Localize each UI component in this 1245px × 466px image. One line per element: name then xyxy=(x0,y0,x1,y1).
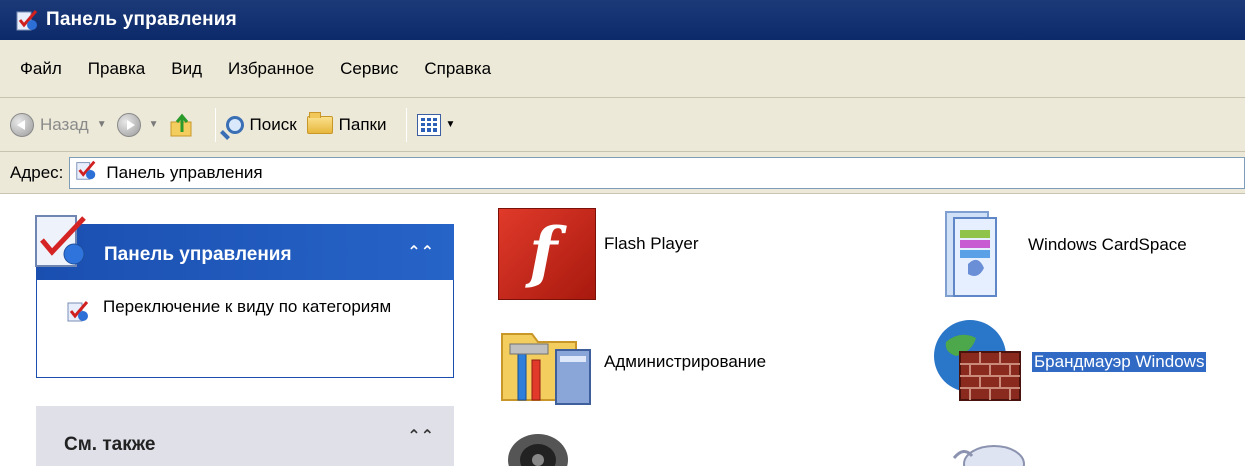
item-label: Администрирование xyxy=(604,352,767,371)
address-bar: Адрес: Панель управления xyxy=(0,152,1245,194)
views-dropdown-icon[interactable]: ▼ xyxy=(445,119,455,130)
folder-up-icon xyxy=(169,112,195,138)
menu-view[interactable]: Вид xyxy=(171,59,202,79)
panel-header[interactable]: Панель управления ⌃⌃ xyxy=(35,215,454,280)
toolbar-separator xyxy=(214,107,216,142)
toolbar-separator xyxy=(406,107,408,142)
content-area: f Flash Player Windows CardSpace Админис… xyxy=(470,194,1245,466)
menu-edit[interactable]: Правка xyxy=(88,59,145,79)
back-dropdown-icon[interactable]: ▼ xyxy=(97,119,107,130)
folders-label: Папки xyxy=(338,114,387,134)
address-label: Адрес: xyxy=(10,162,64,182)
views-button[interactable]: ▼ xyxy=(417,105,455,145)
task-pane: Панель управления ⌃⌃ Переключение к виду… xyxy=(0,194,470,466)
folders-icon xyxy=(306,111,333,134)
views-icon xyxy=(417,113,442,136)
address-input[interactable]: Панель управления xyxy=(69,156,1245,189)
search-label: Поиск xyxy=(249,114,297,134)
list-item[interactable]: Windows CardSpace xyxy=(938,204,1187,302)
control-panel-icon xyxy=(30,212,94,270)
cardspace-icon xyxy=(938,204,1004,302)
collapse-chevron-icon[interactable]: ⌃⌃ xyxy=(407,242,434,262)
collapse-chevron-icon[interactable]: ⌃⌃ xyxy=(407,426,434,446)
item-label: Брандмауэр Windows xyxy=(1032,352,1207,372)
panel-body: Переключение к виду по категориям xyxy=(36,280,454,378)
forward-button[interactable]: ▼ xyxy=(116,105,159,145)
toolbar: Назад ▼ ▼ Поиск Папки ▼ xyxy=(0,98,1245,152)
flash-player-icon: f xyxy=(498,208,596,300)
search-button[interactable]: Поиск xyxy=(225,105,297,145)
list-item[interactable]: Брандмауэр Windows xyxy=(930,316,1207,408)
menu-bar: Файл Правка Вид Избранное Сервис Справка xyxy=(0,40,1245,98)
see-also-title: См. также xyxy=(64,434,156,455)
forward-dropdown-icon[interactable]: ▼ xyxy=(149,119,159,130)
control-panel-icon xyxy=(14,7,40,33)
menu-file[interactable]: Файл xyxy=(20,59,62,79)
control-panel-task-panel: Панель управления ⌃⌃ Переключение к виду… xyxy=(35,215,454,378)
mouse-icon[interactable] xyxy=(950,438,1030,466)
forward-arrow-icon xyxy=(116,112,141,137)
switch-to-category-view-link[interactable]: Переключение к виду по категориям xyxy=(103,296,443,318)
folders-button[interactable]: Папки xyxy=(306,105,387,145)
back-arrow-icon xyxy=(10,112,34,137)
menu-tools[interactable]: Сервис xyxy=(340,59,398,79)
back-button[interactable]: Назад ▼ xyxy=(10,105,107,145)
back-label: Назад xyxy=(40,114,89,134)
sound-icon[interactable] xyxy=(502,430,572,466)
control-panel-icon xyxy=(74,158,98,187)
window-title: Панель управления xyxy=(46,9,237,30)
menu-favorites[interactable]: Избранное xyxy=(228,59,314,79)
control-panel-icon xyxy=(65,298,91,324)
title-bar[interactable]: Панель управления xyxy=(0,0,1245,40)
firewall-icon xyxy=(930,316,1028,408)
list-item[interactable]: f Flash Player xyxy=(498,208,698,300)
up-button[interactable] xyxy=(169,105,195,145)
list-item[interactable]: Администрирование xyxy=(498,316,766,408)
menu-help[interactable]: Справка xyxy=(424,59,491,79)
item-label: Flash Player xyxy=(604,234,699,253)
address-value: Панель управления xyxy=(106,162,263,182)
administration-icon xyxy=(498,316,596,408)
item-label: Windows CardSpace xyxy=(1028,235,1187,254)
panel-title: Панель управления xyxy=(104,244,292,265)
search-icon xyxy=(225,115,244,134)
see-also-panel[interactable]: См. также ⌃⌃ xyxy=(36,406,454,466)
